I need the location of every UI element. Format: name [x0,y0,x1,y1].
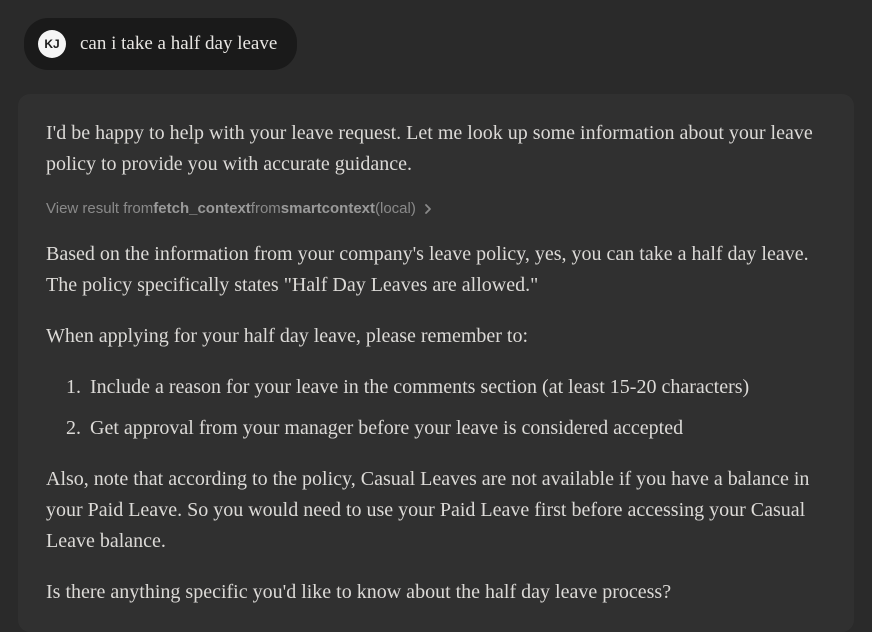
tool-name: fetch_context [153,200,251,217]
tool-result-suffix: (local) [375,200,416,217]
closing-question: Is there anything specific you'd like to… [46,577,826,608]
tool-result-link[interactable]: View result from fetch_context from smar… [46,200,826,217]
tool-result-prefix: View result from [46,200,153,217]
reminder-lead: When applying for your half day leave, p… [46,321,826,352]
user-message-text: can i take a half day leave [80,33,277,55]
tool-result-mid: from [251,200,281,217]
list-item: Get approval from your manager before yo… [86,413,826,444]
assistant-intro: I'd be happy to help with your leave req… [46,118,826,180]
policy-summary: Based on the information from your compa… [46,239,826,301]
steps-list: Include a reason for your leave in the c… [46,372,826,444]
chevron-right-icon [424,203,432,215]
list-item: Include a reason for your leave in the c… [86,372,826,403]
tool-source: smartcontext [281,200,375,217]
avatar-initials: KJ [44,37,59,51]
user-message: KJ can i take a half day leave [24,18,297,70]
assistant-message: I'd be happy to help with your leave req… [18,94,854,632]
casual-leave-note: Also, note that according to the policy,… [46,464,826,557]
avatar: KJ [38,30,66,58]
